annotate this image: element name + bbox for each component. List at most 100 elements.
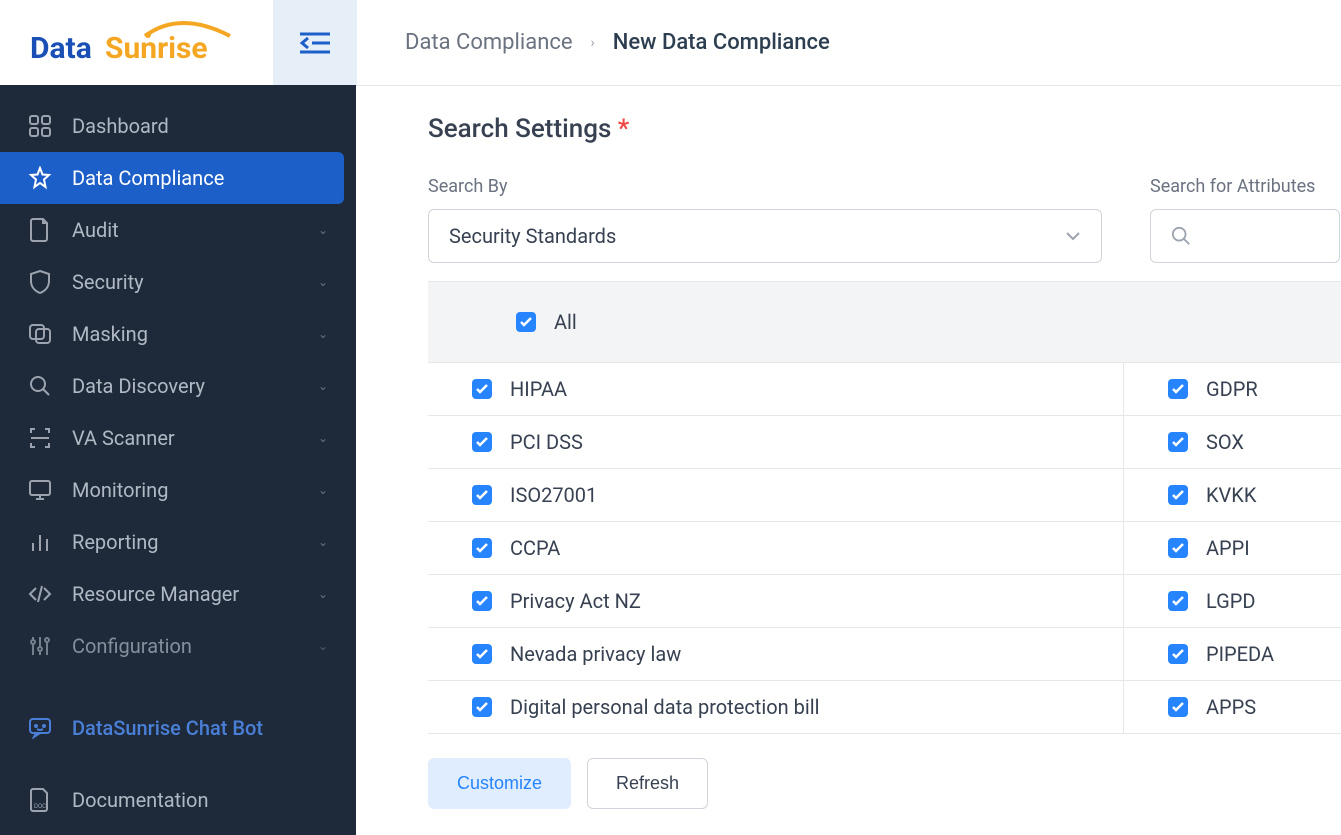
standard-label: CCPA (510, 536, 560, 560)
doc-icon: DOC (28, 788, 52, 812)
sidebar-item-label: Security (72, 270, 144, 294)
standard-cell-left[interactable]: Privacy Act NZ (428, 575, 1124, 627)
collapse-icon (300, 31, 330, 55)
checkbox[interactable] (1168, 432, 1188, 452)
checkbox[interactable] (472, 697, 492, 717)
search-icon (28, 374, 52, 398)
checkbox[interactable] (472, 432, 492, 452)
sidebar: Dashboard Data Compliance Audit ⌄ Securi… (0, 0, 356, 835)
standard-cell-right[interactable]: PIPEDA (1124, 628, 1274, 680)
code-icon (28, 582, 52, 606)
standard-label: Privacy Act NZ (510, 589, 641, 613)
chevron-down-icon: ⌄ (318, 275, 328, 289)
standards-row: HIPAA GDPR (428, 363, 1341, 416)
chart-icon (28, 530, 52, 554)
standard-label: PIPEDA (1206, 642, 1274, 666)
standard-label: APPS (1206, 695, 1256, 719)
sidebar-item-chatbot[interactable]: DataSunrise Chat Bot (0, 702, 356, 754)
standard-cell-left[interactable]: Nevada privacy law (428, 628, 1124, 680)
standards-all-cell[interactable]: All (472, 296, 577, 348)
standard-cell-left[interactable]: Digital personal data protection bill (428, 681, 1124, 733)
chevron-down-icon: ⌄ (318, 223, 328, 237)
shield-icon (28, 270, 52, 294)
chevron-down-icon: ⌄ (318, 639, 328, 653)
standard-cell-left[interactable]: HIPAA (428, 363, 1124, 415)
standard-label: GDPR (1206, 377, 1258, 401)
sidebar-item-documentation[interactable]: DOC Documentation (0, 774, 356, 826)
chevron-down-icon: ⌄ (318, 535, 328, 549)
standard-label: SOX (1206, 430, 1244, 454)
sidebar-collapse-button[interactable] (273, 0, 357, 85)
sidebar-item-label: Data Compliance (72, 166, 224, 190)
sidebar-item-label: Audit (72, 218, 119, 242)
sidebar-item-label: Dashboard (72, 114, 169, 138)
standard-cell-right[interactable]: LGPD (1124, 575, 1256, 627)
search-icon (1171, 226, 1191, 246)
checkbox[interactable] (472, 379, 492, 399)
checkbox[interactable] (472, 591, 492, 611)
sidebar-item-data-discovery[interactable]: Data Discovery ⌄ (0, 360, 356, 412)
checkbox[interactable] (1168, 485, 1188, 505)
checkbox[interactable] (1168, 591, 1188, 611)
sidebar-item-reporting[interactable]: Reporting ⌄ (0, 516, 356, 568)
search-by-select[interactable]: Security Standards (428, 209, 1102, 263)
dashboard-icon (28, 114, 52, 138)
standard-cell-left[interactable]: ISO27001 (428, 469, 1124, 521)
main-content: Search Settings * Search By Security Sta… (356, 0, 1341, 835)
breadcrumb: Data Compliance › New Data Compliance (357, 30, 830, 55)
standards-table: All HIPAA GDPR PCI DSS SOX ISO27001 KV (428, 281, 1341, 734)
sidebar-item-va-scanner[interactable]: VA Scanner ⌄ (0, 412, 356, 464)
standard-cell-right[interactable]: SOX (1124, 416, 1244, 468)
required-indicator: * (618, 114, 630, 144)
standards-row: Privacy Act NZ LGPD (428, 575, 1341, 628)
sidebar-item-audit[interactable]: Audit ⌄ (0, 204, 356, 256)
sidebar-item-masking[interactable]: Masking ⌄ (0, 308, 356, 360)
checkbox[interactable] (1168, 697, 1188, 717)
breadcrumb-parent[interactable]: Data Compliance (405, 30, 573, 55)
top-header: Data Sunrise Data Compliance › New Data … (0, 0, 1341, 85)
standard-cell-right[interactable]: APPS (1124, 681, 1256, 733)
standards-row: CCPA APPI (428, 522, 1341, 575)
checkbox[interactable] (472, 538, 492, 558)
sidebar-item-monitoring[interactable]: Monitoring ⌄ (0, 464, 356, 516)
chevron-down-icon: ⌄ (318, 379, 328, 393)
search-attributes-input[interactable] (1150, 209, 1340, 263)
standard-cell-right[interactable]: APPI (1124, 522, 1250, 574)
sidebar-item-security[interactable]: Security ⌄ (0, 256, 356, 308)
standard-label: Digital personal data protection bill (510, 695, 819, 719)
mask-icon (28, 322, 52, 346)
checkbox[interactable] (1168, 538, 1188, 558)
star-icon (28, 166, 52, 190)
search-attributes-label: Search for Attributes (1150, 176, 1340, 197)
standard-cell-left[interactable]: PCI DSS (428, 416, 1124, 468)
checkbox[interactable] (472, 485, 492, 505)
standard-cell-right[interactable]: KVKK (1124, 469, 1256, 521)
sidebar-item-label: Data Discovery (72, 374, 205, 398)
checkbox[interactable] (1168, 644, 1188, 664)
standard-cell-left[interactable]: CCPA (428, 522, 1124, 574)
sliders-icon (28, 634, 52, 658)
search-by-value: Security Standards (449, 224, 616, 248)
sidebar-item-dashboard[interactable]: Dashboard (0, 100, 356, 152)
standards-row: PCI DSS SOX (428, 416, 1341, 469)
standards-row: Digital personal data protection bill AP… (428, 681, 1341, 734)
customize-button[interactable]: Customize (428, 758, 571, 809)
chevron-down-icon: ⌄ (318, 327, 328, 341)
refresh-button[interactable]: Refresh (587, 758, 708, 809)
standard-label: Nevada privacy law (510, 642, 681, 666)
standard-cell-right[interactable]: GDPR (1124, 363, 1258, 415)
sidebar-item-data-compliance[interactable]: Data Compliance (0, 152, 344, 204)
monitor-icon (28, 478, 52, 502)
sidebar-item-label: DataSunrise Chat Bot (72, 716, 263, 740)
checkbox[interactable] (1168, 379, 1188, 399)
sidebar-item-label: Monitoring (72, 478, 168, 502)
chevron-down-icon: ⌄ (318, 431, 328, 445)
sidebar-item-configuration[interactable]: Configuration ⌄ (0, 620, 356, 672)
sidebar-item-resource-manager[interactable]: Resource Manager ⌄ (0, 568, 356, 620)
checkbox-all[interactable] (516, 312, 536, 332)
sidebar-item-label: Configuration (72, 634, 192, 658)
checkbox[interactable] (472, 644, 492, 664)
logo[interactable]: Data Sunrise (0, 0, 273, 85)
section-title: Search Settings * (428, 114, 1341, 144)
sidebar-item-label: VA Scanner (72, 426, 175, 450)
